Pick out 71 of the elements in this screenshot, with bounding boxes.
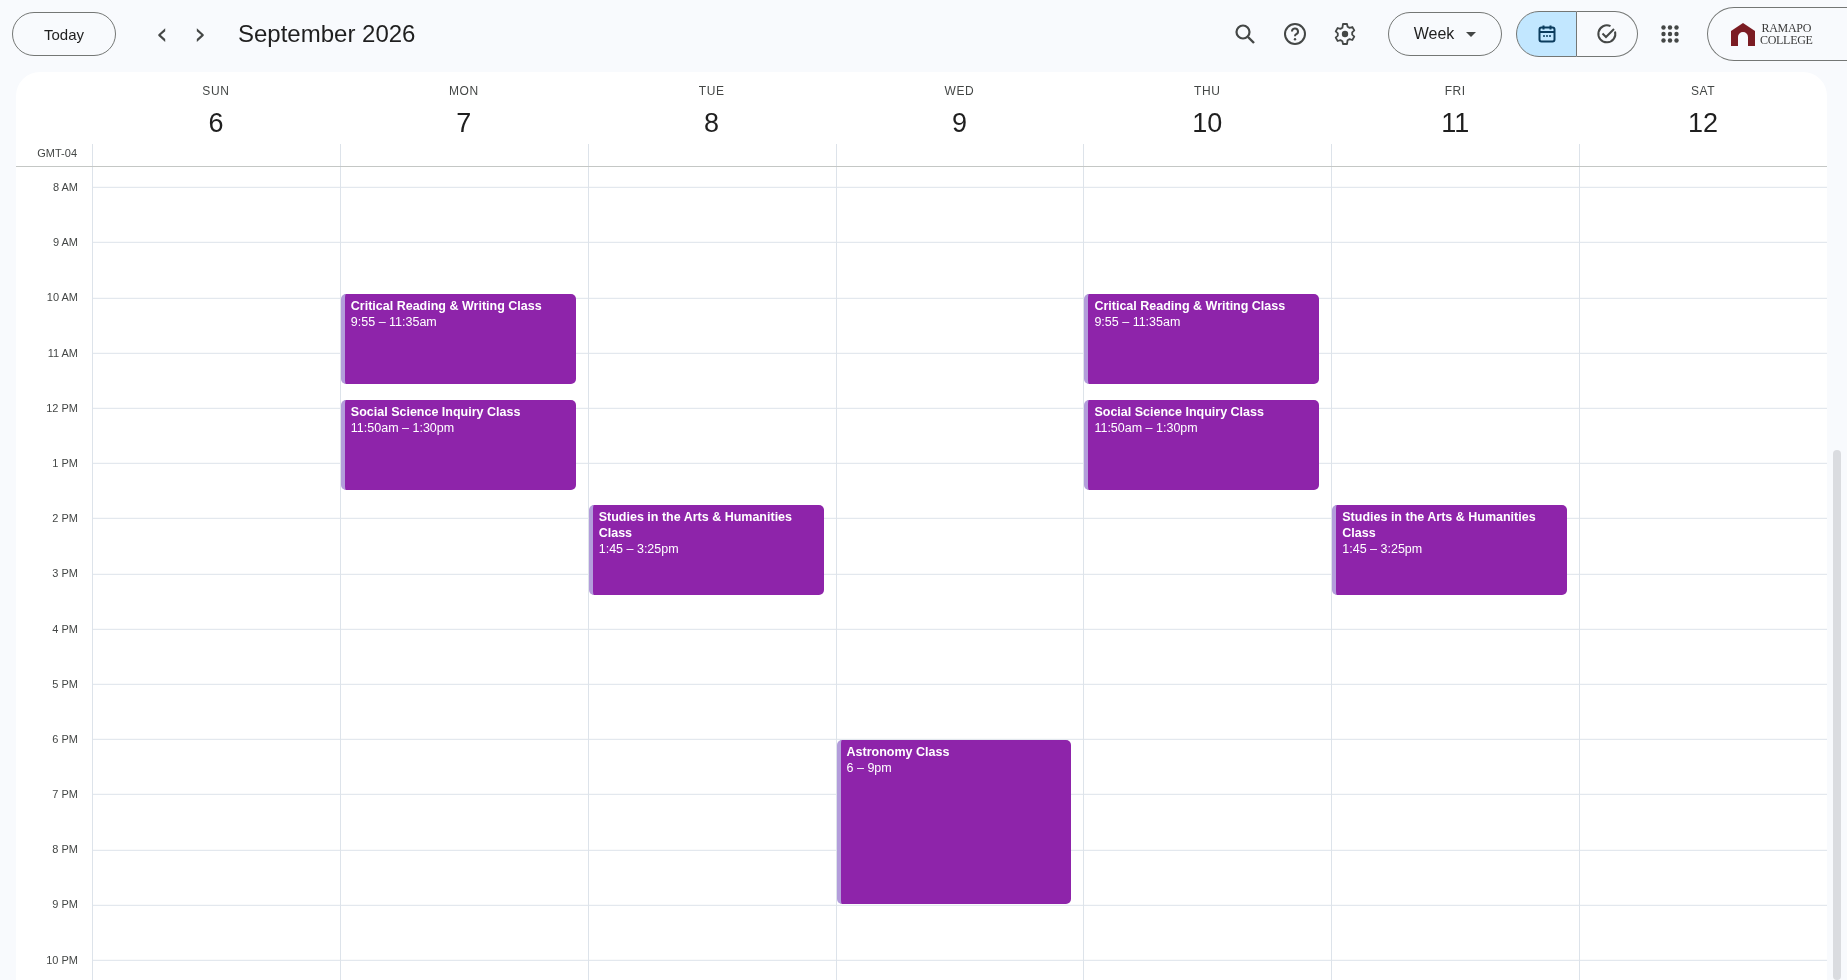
logo-text: RAMAPO [1760,22,1813,34]
day-number[interactable]: 9 [951,106,967,140]
hour-label: 5 PM [52,677,78,691]
day-column[interactable]: Critical Reading & Writing Class 9:55 – 11:35am Social Science Inquiry Class 11:50am – 1:30pm [339,167,588,980]
day-column[interactable]: Studies in the Arts & Humanities Class 1:45 – 3:25pm [1331,167,1580,980]
day-number[interactable]: 11 [1441,106,1470,140]
settings-icon [1333,22,1357,46]
calendar-event[interactable]: Astronomy Class 6 – 9pm [836,740,1072,904]
hour-label: 8 PM [52,843,78,857]
day-number[interactable]: 8 [704,106,720,140]
weekday-label: WED [944,84,975,98]
event-title: Studies in the Arts & Humanities Class [598,509,794,542]
event-time: 1:45 – 3:25pm [598,541,680,558]
day-number[interactable]: 7 [456,106,472,140]
weekday-label: SUN [202,84,230,98]
event-title: Astronomy Class [846,744,951,760]
event-title: Studies in the Arts & Humanities Class [1342,509,1537,542]
hour-label: 10 PM [46,953,78,967]
event-time: 11:50am – 1:30pm [1094,419,1199,436]
weekday-label: MON [448,84,479,98]
calendar-event[interactable]: Studies in the Arts & Humanities Class 1:45 – 3:25pm [588,505,824,596]
day-number[interactable]: 6 [208,106,224,140]
previous-week-button[interactable]: ‹ [144,14,180,54]
calendar-event[interactable]: Critical Reading & Writing Class 9:55 – 11:35am [1084,293,1320,384]
calendar-view-toggle[interactable] [1516,11,1577,57]
event-title: Social Science Inquiry Class [1094,403,1265,420]
search-icon [1234,23,1256,45]
calendar-icon [1536,24,1557,44]
event-time: 9:55 – 11:35am [350,313,438,330]
calendar-event[interactable]: Social Science Inquiry Class 11:50am – 1:30pm [1084,399,1320,490]
hour-label: 2 PM [52,512,78,526]
event-time: 11:50am – 1:30pm [350,419,456,436]
hour-label: 6 PM [52,732,78,746]
hour-label: 3 PM [52,567,78,581]
hour-label: 1 PM [52,456,78,470]
calendar-event[interactable]: Studies in the Arts & Humanities Class 1:45 – 3:25pm [1332,505,1568,596]
hour-label: 4 PM [52,622,78,636]
day-column[interactable]: Critical Reading & Writing Class 9:55 – 11:35am Social Science Inquiry Class 11:50am – 1:30pm [1083,167,1332,980]
hour-label: 9 PM [52,898,78,912]
event-time: 1:45 – 3:25pm [1342,541,1424,558]
month-title: September 2026 [238,20,416,48]
timezone-label: GMT-04 [37,147,77,159]
hour-label: 10 AM [46,291,78,305]
check-circle-icon [1596,23,1618,45]
day-column[interactable]: Astronomy Class 6 – 9pm [835,167,1084,980]
scrollbar[interactable] [1833,450,1841,980]
weekday-label: THU [1194,84,1221,98]
day-number[interactable]: 12 [1688,106,1719,140]
hour-label: 8 AM [52,181,78,194]
weekday-label: FRI [1444,84,1466,98]
day-number[interactable]: 10 [1192,106,1223,140]
weekday-label: TUE [698,84,725,98]
event-title: Critical Reading & Writing Class [350,297,543,314]
event-time: 9:55 – 11:35am [1094,313,1182,330]
help-icon [1283,22,1307,46]
calendar-event[interactable]: Social Science Inquiry Class 11:50am – 1:30pm [340,399,576,490]
hour-label: 11 AM [47,346,78,360]
hour-label: 7 PM [52,788,78,802]
caret-icon [1466,31,1477,37]
logo-text: COLLEGE [1760,34,1813,46]
event-title: Social Science Inquiry Class [350,403,522,420]
day-column[interactable]: Studies in the Arts & Humanities Class 1:45 – 3:25pm [587,167,836,980]
hour-label: 9 AM [52,236,78,250]
event-title: Critical Reading & Writing Class [1094,297,1287,314]
weekday-label: SAT [1690,84,1716,98]
apps-grid-icon [1661,25,1679,43]
hour-label: 12 PM [46,401,78,415]
event-time: 6 – 9pm [846,760,893,776]
arch-logo-icon [1730,22,1756,46]
calendar-event[interactable]: Critical Reading & Writing Class 9:55 – 11:35am [340,293,576,384]
next-week-button[interactable]: › [182,14,218,54]
